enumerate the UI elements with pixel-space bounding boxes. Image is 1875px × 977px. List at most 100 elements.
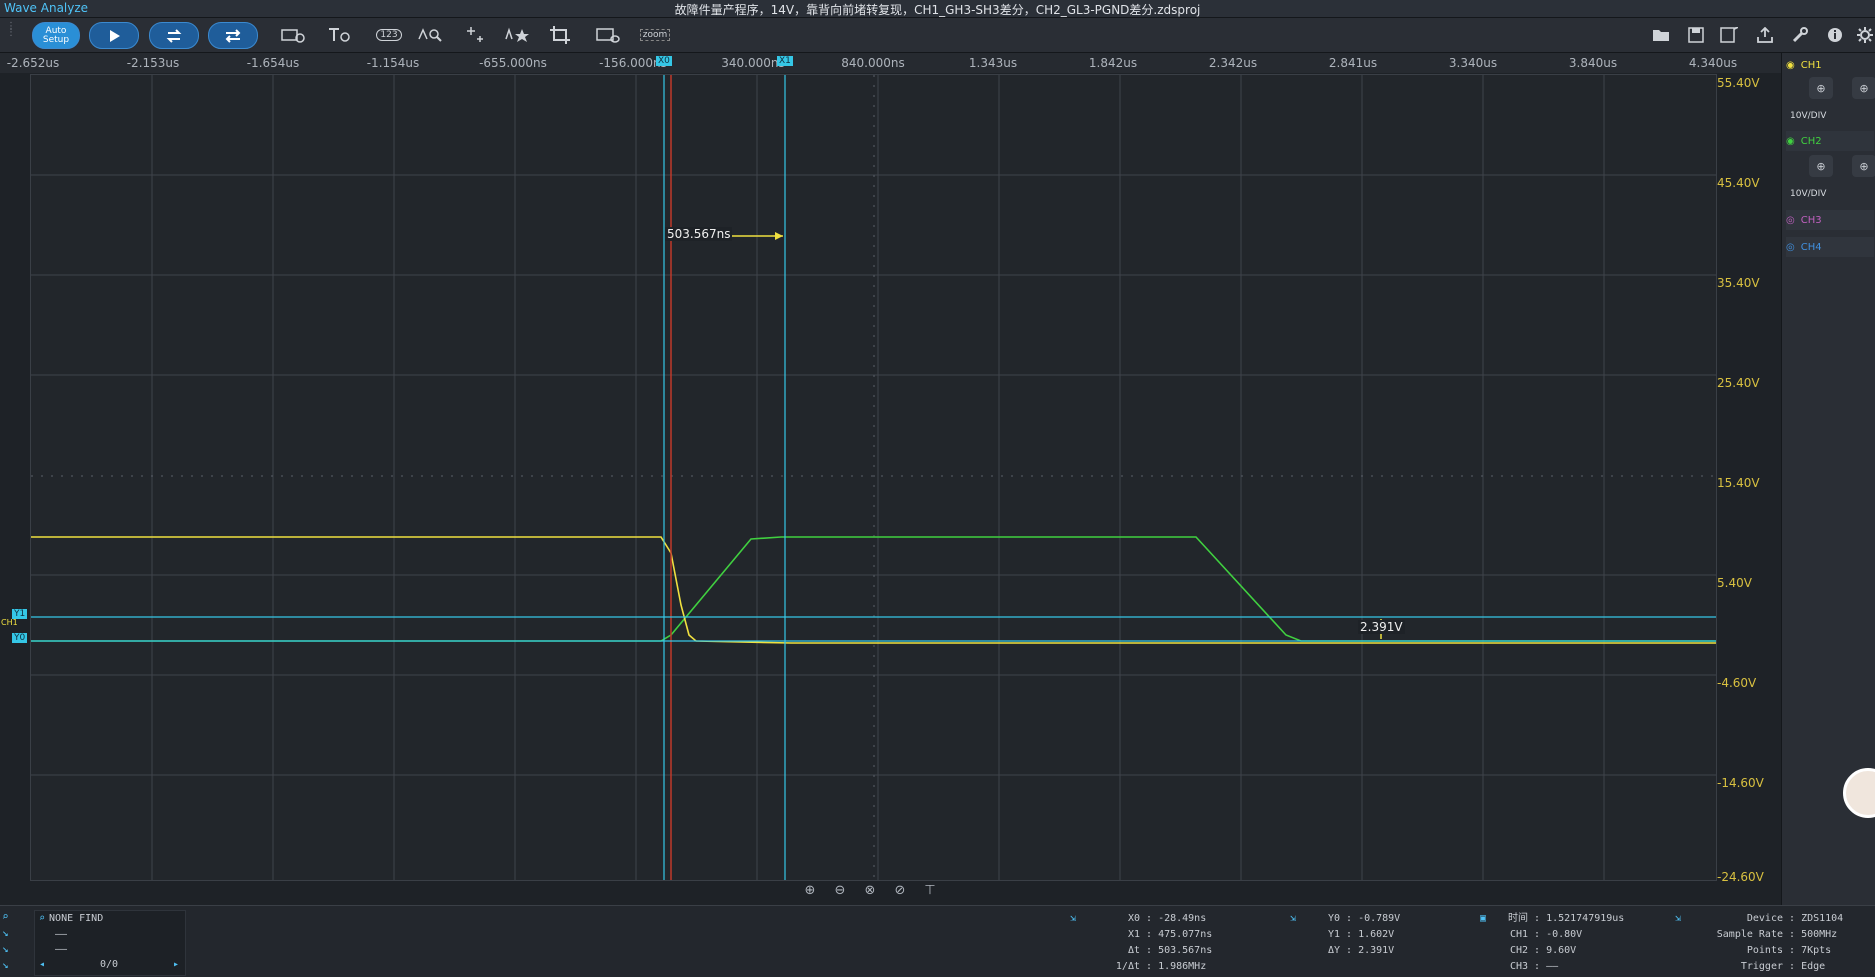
cursor-x0-handle[interactable]: X0 bbox=[656, 56, 672, 66]
zoom-y-icon: ⊕ bbox=[1816, 159, 1826, 173]
ch1-zoom-out-button[interactable]: ⊕ bbox=[1852, 77, 1875, 99]
delta-t-readout: 503.567ns bbox=[665, 227, 733, 241]
x-measurement: ⇲ X0 : -28.49ns X1 : 475.077ns Δt : 503.5… bbox=[1070, 911, 1212, 975]
info-icon bbox=[1828, 28, 1842, 42]
measure-settings-tool[interactable] bbox=[280, 25, 306, 45]
tools-button[interactable] bbox=[1787, 25, 1813, 45]
save-button[interactable] bbox=[1683, 25, 1709, 45]
ch3-key: CH3 bbox=[1509, 961, 1528, 972]
ch1-scale: 10V/DIV bbox=[1790, 111, 1827, 121]
time-tick-label: 2.841us bbox=[1328, 56, 1378, 70]
ch1-value: -0.80V bbox=[1546, 929, 1583, 940]
time-tick-label: 2.342us bbox=[1208, 56, 1258, 70]
time-tick-label: -655.000ns bbox=[479, 56, 547, 70]
cursor-xy-tool[interactable] bbox=[462, 25, 488, 45]
cursor-y-icon[interactable]: ⇲ bbox=[1290, 911, 1310, 927]
channel-ch4-header[interactable]: ◎ CH4 bbox=[1786, 237, 1874, 257]
time-tick-label: 3.840us bbox=[1568, 56, 1618, 70]
y0-value: -0.789V bbox=[1358, 913, 1401, 924]
wave-search-tool[interactable] bbox=[417, 25, 443, 45]
zoom-y-icon[interactable]: ⊘ bbox=[890, 883, 910, 898]
time-tick-label: -2.652us bbox=[6, 56, 60, 70]
device-icon[interactable]: ⇲ bbox=[1675, 911, 1693, 927]
swap-button[interactable] bbox=[208, 22, 258, 49]
cursor-y0-handle[interactable]: Y0 bbox=[12, 633, 28, 643]
run-button[interactable] bbox=[89, 22, 139, 49]
mark-tool[interactable] bbox=[505, 25, 531, 45]
eye-icon[interactable]: ◉ bbox=[1786, 60, 1795, 71]
channel-ch1-header[interactable]: ◉ CH1 bbox=[1786, 55, 1874, 75]
ch2-zoom-in-button[interactable]: ⊕ bbox=[1809, 155, 1833, 177]
volt-tick-label: 35.40V bbox=[1717, 276, 1760, 290]
find-panel: ⌕ NONE FIND —— —— ◂ 0/0 ▸ bbox=[34, 910, 186, 976]
ch2-value: 9.60V bbox=[1546, 945, 1577, 956]
points-key: Points bbox=[1746, 945, 1783, 956]
zoom-y-icon: ⊕ bbox=[1859, 81, 1869, 95]
search-icon[interactable]: ⌕ bbox=[2, 910, 16, 926]
wave-star-icon bbox=[505, 27, 529, 42]
zoom-x-icon[interactable]: ⊗ bbox=[860, 883, 880, 898]
cursor-x-icon[interactable]: ↘ bbox=[2, 926, 16, 942]
dy-value: 2.391V bbox=[1358, 945, 1395, 956]
y0-key: Y0 bbox=[1327, 913, 1340, 924]
zoom-out-icon[interactable]: ⊖ bbox=[830, 883, 850, 898]
prev-icon[interactable]: ◂ bbox=[39, 959, 45, 970]
play-icon bbox=[110, 29, 120, 42]
time-tick-label: 1.343us bbox=[968, 56, 1018, 70]
save-as-button[interactable] bbox=[1716, 25, 1742, 45]
device-info: ⇲ Device : ZDS1104 Sample Rate : 500MHz P… bbox=[1675, 911, 1843, 975]
delta-y-readout: 2.391V bbox=[1358, 620, 1405, 634]
open-folder-button[interactable] bbox=[1648, 25, 1674, 45]
volt-tick-label: 55.40V bbox=[1717, 76, 1760, 90]
cursor-x1-handle[interactable]: X1 bbox=[777, 56, 793, 66]
ch2-key: CH2 bbox=[1509, 945, 1528, 956]
time-tick-label: -1.654us bbox=[246, 56, 300, 70]
export-button[interactable] bbox=[1752, 25, 1778, 45]
eye-icon[interactable]: ◉ bbox=[1786, 136, 1795, 147]
next-icon[interactable]: ▸ bbox=[173, 959, 179, 970]
info-button[interactable] bbox=[1822, 25, 1848, 45]
ch2-zoom-out-button[interactable]: ⊕ bbox=[1852, 155, 1875, 177]
counter-tool[interactable]: 123 bbox=[372, 25, 406, 45]
swap-icon bbox=[225, 28, 241, 43]
volt-tick-label: -24.60V bbox=[1717, 870, 1764, 884]
settings-button[interactable] bbox=[1852, 25, 1875, 45]
time-info: ▣ 时间 : 1.521747919us CH1 : -0.80V CH2 : 9… bbox=[1480, 911, 1624, 975]
ch1-offset-marker[interactable]: CH1 bbox=[1, 618, 18, 627]
ch1-zoom-in-button[interactable]: ⊕ bbox=[1809, 77, 1833, 99]
volt-tick-label: 5.40V bbox=[1717, 576, 1752, 590]
zoom-label: zoom bbox=[639, 29, 671, 41]
zoom-y-icon: ⊕ bbox=[1859, 159, 1869, 173]
waveform-plot[interactable] bbox=[30, 74, 1717, 881]
auto-setup-button[interactable]: Auto Setup bbox=[32, 22, 80, 49]
time-key: 时间 bbox=[1508, 913, 1528, 924]
cursor-y-icon[interactable]: ↘ bbox=[2, 942, 16, 958]
device-key: Device bbox=[1746, 913, 1783, 924]
channel-ch3-header[interactable]: ◎ CH3 bbox=[1786, 210, 1874, 230]
crop-tool[interactable] bbox=[547, 25, 573, 45]
find-line2: —— bbox=[55, 944, 68, 955]
cursor-x-icon[interactable]: ⇲ bbox=[1070, 911, 1090, 927]
channel-ch2-header[interactable]: ◉ CH2 bbox=[1786, 131, 1874, 151]
text-settings-tool[interactable] bbox=[326, 25, 352, 45]
channel-name: CH2 bbox=[1800, 135, 1822, 147]
zoom-y-icon: ⊕ bbox=[1816, 81, 1826, 95]
volt-tick-label: 45.40V bbox=[1717, 176, 1760, 190]
eye-icon[interactable]: ◎ bbox=[1786, 215, 1795, 226]
clock-icon[interactable]: ▣ bbox=[1480, 911, 1498, 927]
single-loop-button[interactable] bbox=[149, 22, 199, 49]
text-gear-icon bbox=[329, 28, 350, 42]
find-next-icon[interactable]: ↘ bbox=[2, 958, 16, 974]
ch1-trace bbox=[31, 536, 1716, 644]
dt-key: Δt bbox=[1127, 945, 1140, 956]
zoom-in-icon[interactable]: ⊕ bbox=[800, 883, 820, 898]
find-line1: —— bbox=[55, 929, 68, 940]
eye-icon[interactable]: ◎ bbox=[1786, 242, 1795, 253]
inv-dt-key: 1/Δt bbox=[1115, 961, 1140, 972]
cursor-xy-icon bbox=[467, 27, 483, 42]
x1-value: 475.077ns bbox=[1158, 929, 1213, 940]
pin-icon[interactable]: ⊤ bbox=[920, 883, 940, 898]
time-tick-label: -1.154us bbox=[366, 56, 420, 70]
zoom-tool[interactable]: zoom bbox=[639, 25, 671, 45]
view-tool[interactable] bbox=[595, 25, 621, 45]
